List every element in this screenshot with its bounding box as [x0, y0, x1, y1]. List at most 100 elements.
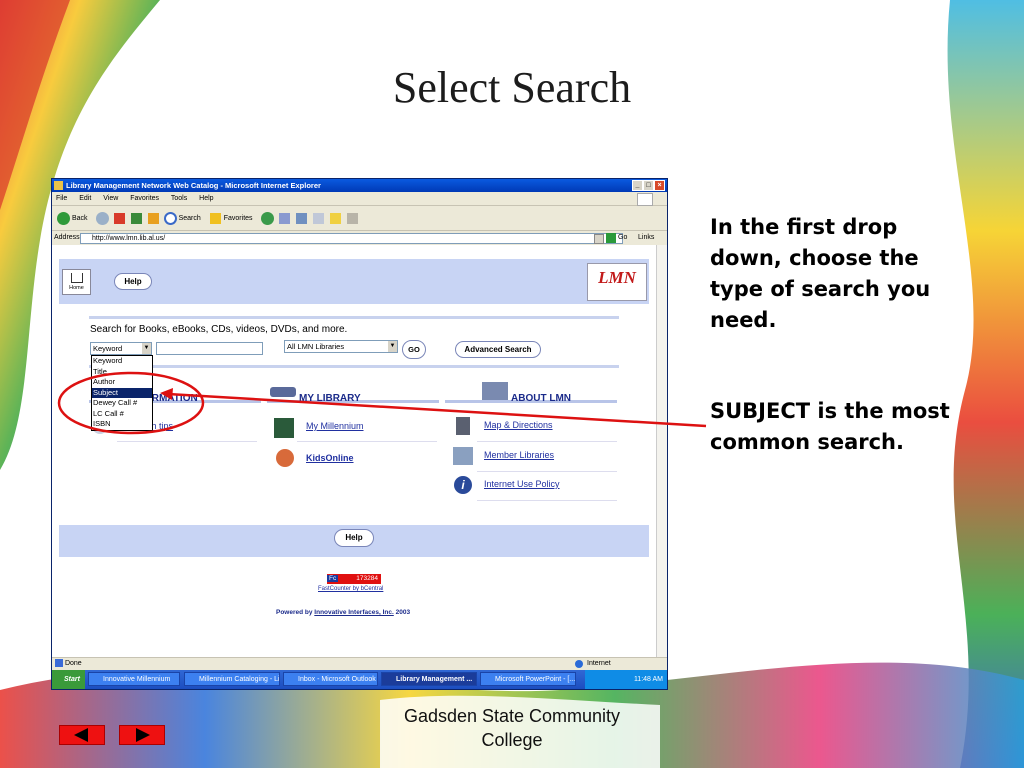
option-keyword[interactable]: Keyword — [92, 356, 152, 367]
window-title: Library Management Network Web Catalog -… — [66, 181, 321, 190]
slide-title: Select Search — [392, 63, 632, 112]
chevron-down-icon: ▼ — [388, 341, 397, 352]
history-icon[interactable] — [260, 211, 274, 225]
building-icon — [482, 382, 508, 400]
member-libraries-link[interactable]: Member Libraries — [484, 450, 554, 460]
forward-icon[interactable] — [95, 211, 109, 225]
option-author[interactable]: Author — [92, 377, 152, 388]
go-arrow-icon[interactable] — [606, 233, 616, 243]
go-button[interactable]: GO — [402, 340, 426, 359]
search-prompt: Search for Books, eBooks, CDs, videos, D… — [90, 324, 348, 335]
minimize-button[interactable]: _ — [632, 180, 643, 191]
advanced-search-button[interactable]: Advanced Search — [455, 341, 541, 358]
task-outlook[interactable]: Inbox - Microsoft Outlook — [283, 672, 378, 686]
powered-year: 2003 — [395, 609, 411, 616]
windows-logo-icon — [637, 193, 653, 206]
links-label[interactable]: Links — [638, 231, 654, 245]
divider-top — [89, 316, 619, 319]
option-title[interactable]: Title — [92, 367, 152, 378]
maximize-button[interactable]: □ — [643, 180, 654, 191]
search-type-select[interactable]: Keyword ▼ — [90, 342, 152, 355]
right-arrow-icon — [136, 728, 150, 742]
home-button[interactable]: Home — [62, 269, 91, 295]
menu-file[interactable]: File — [56, 195, 67, 202]
home-icon[interactable] — [147, 212, 159, 224]
address-bar: Address http://www.lmn.lib.al.us/ Go Lin… — [52, 231, 667, 246]
menu-bar: File Edit View Favorites Tools Help — [52, 192, 667, 206]
divider-about-3 — [477, 500, 617, 501]
map-directions-link[interactable]: Map & Directions — [484, 420, 553, 430]
search-label[interactable]: Search — [179, 215, 201, 222]
fastcounter-badge: Fc 173284 — [327, 574, 381, 584]
library-value: All LMN Libraries — [287, 342, 345, 351]
option-dewey[interactable]: Dewey Call # — [92, 398, 152, 409]
logo-text: LMN — [598, 268, 636, 287]
library-select[interactable]: All LMN Libraries ▼ — [284, 340, 398, 353]
window-titlebar: Library Management Network Web Catalog -… — [52, 179, 667, 192]
search-input[interactable] — [156, 342, 263, 355]
menu-tools[interactable]: Tools — [171, 195, 187, 202]
info-icon: i — [454, 476, 472, 494]
option-subject[interactable]: Subject — [92, 387, 152, 398]
kidsonline-icon — [276, 449, 294, 467]
menu-view[interactable]: View — [103, 195, 118, 202]
my-library-heading: MY LIBRARY — [299, 393, 361, 404]
option-isbn[interactable]: ISBN — [92, 419, 152, 430]
mail-icon[interactable] — [278, 212, 290, 224]
next-slide-button[interactable] — [119, 725, 165, 745]
subject-note: SUBJECT is the most common search. — [710, 399, 950, 454]
clock: 11:48 AM — [633, 676, 663, 683]
internet-policy-link[interactable]: Internet Use Policy — [484, 479, 560, 489]
start-button[interactable]: Start — [52, 670, 85, 689]
divider-mylib — [297, 441, 437, 442]
taskbar: Start Innovative Millennium Millennium C… — [52, 670, 667, 689]
back-icon[interactable] — [57, 211, 70, 225]
powered-by-line: Powered by Innovative Interfaces, Inc. 2… — [276, 609, 410, 616]
member-libraries-icon — [453, 447, 473, 465]
home-label: Home — [69, 285, 84, 291]
prev-slide-button[interactable] — [59, 725, 105, 745]
task-innovative[interactable]: Innovative Millennium — [88, 672, 180, 686]
divider-mid — [89, 365, 619, 368]
system-tray: 11:48 AM — [585, 670, 667, 689]
favorites-star-icon[interactable] — [209, 212, 221, 224]
home-icon — [71, 273, 83, 283]
address-dropdown-icon[interactable] — [594, 234, 604, 244]
browser-screenshot: Library Management Network Web Catalog -… — [51, 178, 668, 690]
help-button-bottom[interactable]: Help — [334, 529, 374, 547]
edit-icon[interactable] — [312, 212, 324, 224]
menu-favorites[interactable]: Favorites — [130, 195, 159, 202]
toolbar: Back Search Favorites — [52, 206, 667, 231]
vertical-scrollbar[interactable] — [656, 245, 667, 657]
address-input[interactable]: http://www.lmn.lib.al.us/ — [80, 233, 623, 244]
left-arrow-icon — [74, 728, 88, 742]
stop-icon[interactable] — [113, 212, 125, 224]
lmn-logo: LMN — [587, 263, 647, 301]
my-millennium-link[interactable]: My Millennium — [306, 421, 364, 431]
back-label[interactable]: Back — [72, 215, 88, 222]
go-label[interactable]: Go — [618, 231, 627, 245]
refresh-icon[interactable] — [130, 212, 142, 224]
status-bar: Done Internet — [52, 657, 667, 670]
print-icon[interactable] — [295, 212, 307, 224]
option-lc[interactable]: LC Call # — [92, 409, 152, 420]
search-icon[interactable] — [163, 211, 177, 225]
innovative-link[interactable]: Innovative Interfaces, Inc. — [314, 609, 393, 616]
kidsonline-link[interactable]: KidsOnline — [306, 453, 354, 463]
close-button[interactable]: × — [654, 180, 665, 191]
page-icon — [55, 659, 63, 668]
task-powerpoint[interactable]: Microsoft PowerPoint - [... — [480, 672, 576, 686]
ie-logo-icon — [54, 181, 63, 190]
task-cataloging[interactable]: Millennium Cataloging - Li... — [184, 672, 280, 686]
map-icon — [456, 417, 470, 435]
task-library-management[interactable]: Library Management ... — [381, 672, 477, 686]
counter-prefix: Fc — [327, 575, 339, 582]
fastcounter-link[interactable]: FastCounter by bCentral — [318, 586, 383, 592]
help-button-top[interactable]: Help — [114, 273, 152, 290]
favorites-label[interactable]: Favorites — [224, 215, 253, 222]
menu-help[interactable]: Help — [199, 195, 213, 202]
folder-icon[interactable] — [329, 212, 341, 224]
divider-about-1 — [477, 441, 617, 442]
messenger-icon[interactable] — [346, 212, 358, 224]
menu-edit[interactable]: Edit — [79, 195, 91, 202]
